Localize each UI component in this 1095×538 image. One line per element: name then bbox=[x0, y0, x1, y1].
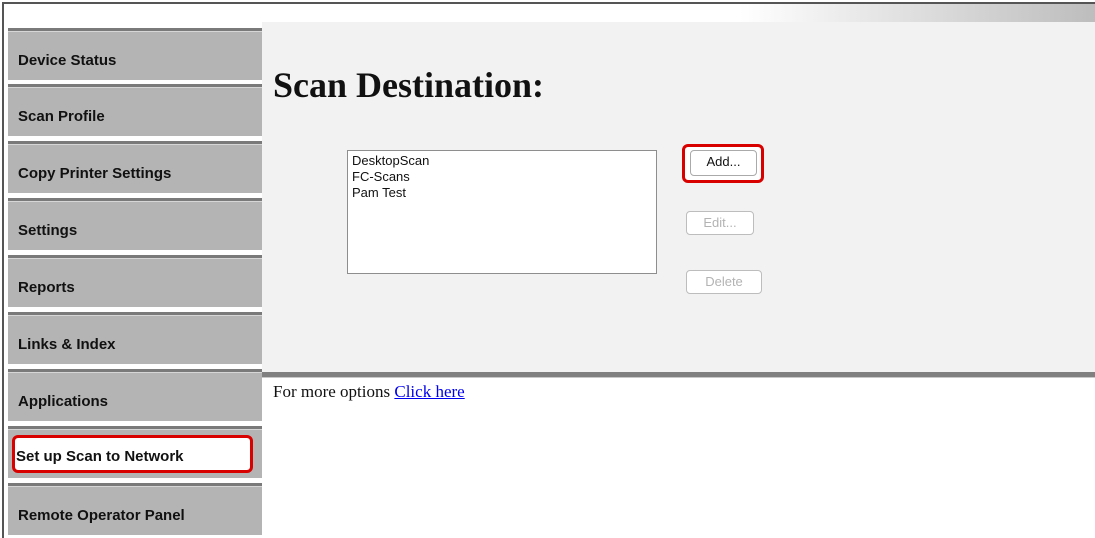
click-here-link[interactable]: Click here bbox=[394, 382, 464, 401]
sidebar-item-applications[interactable]: Applications bbox=[8, 369, 262, 421]
sidebar-item-reports[interactable]: Reports bbox=[8, 255, 262, 307]
sidebar-item-remote-operator-panel[interactable]: Remote Operator Panel bbox=[8, 483, 262, 535]
add-button[interactable]: Add... bbox=[690, 150, 757, 176]
sidebar-item-label: Remote Operator Panel bbox=[18, 507, 185, 524]
sidebar-item-device-status[interactable]: Device Status bbox=[8, 28, 262, 80]
sidebar-item-label: Settings bbox=[18, 222, 78, 239]
delete-button[interactable]: Delete bbox=[686, 270, 762, 294]
list-item[interactable]: DesktopScan bbox=[352, 153, 652, 169]
sidebar-item-copy-printer-settings[interactable]: Copy Printer Settings bbox=[8, 141, 262, 193]
list-item[interactable]: FC-Scans bbox=[352, 169, 652, 185]
sidebar-item-label: Links & Index bbox=[18, 336, 116, 353]
sidebar-item-label: Scan Profile bbox=[18, 108, 105, 125]
more-options-text: For more options Click here bbox=[273, 382, 465, 402]
sidebar-item-scan-to-network[interactable]: Set up Scan to Network bbox=[8, 426, 262, 478]
sidebar-nav: Device Status Scan Profile Copy Printer … bbox=[8, 28, 262, 538]
sidebar-item-label: Reports bbox=[18, 279, 75, 296]
more-options-label: For more options bbox=[273, 382, 391, 401]
sidebar-item-label: Copy Printer Settings bbox=[18, 165, 172, 182]
sidebar-item-label: Applications bbox=[18, 393, 109, 410]
list-item[interactable]: Pam Test bbox=[352, 185, 652, 201]
sidebar-item-scan-profile[interactable]: Scan Profile bbox=[8, 84, 262, 136]
sidebar-item-links-index[interactable]: Links & Index bbox=[8, 312, 262, 364]
sidebar-item-label: Device Status bbox=[18, 52, 117, 69]
top-banner-gradient bbox=[740, 4, 1095, 22]
divider bbox=[262, 372, 1095, 378]
destination-listbox[interactable]: DesktopScan FC-Scans Pam Test bbox=[347, 150, 657, 274]
edit-button[interactable]: Edit... bbox=[686, 211, 754, 235]
page-title: Scan Destination: bbox=[273, 65, 545, 105]
sidebar-item-label: Set up Scan to Network bbox=[16, 448, 184, 465]
main-content: Scan Destination: DesktopScan FC-Scans P… bbox=[262, 22, 1095, 372]
sidebar-item-settings[interactable]: Settings bbox=[8, 198, 262, 250]
